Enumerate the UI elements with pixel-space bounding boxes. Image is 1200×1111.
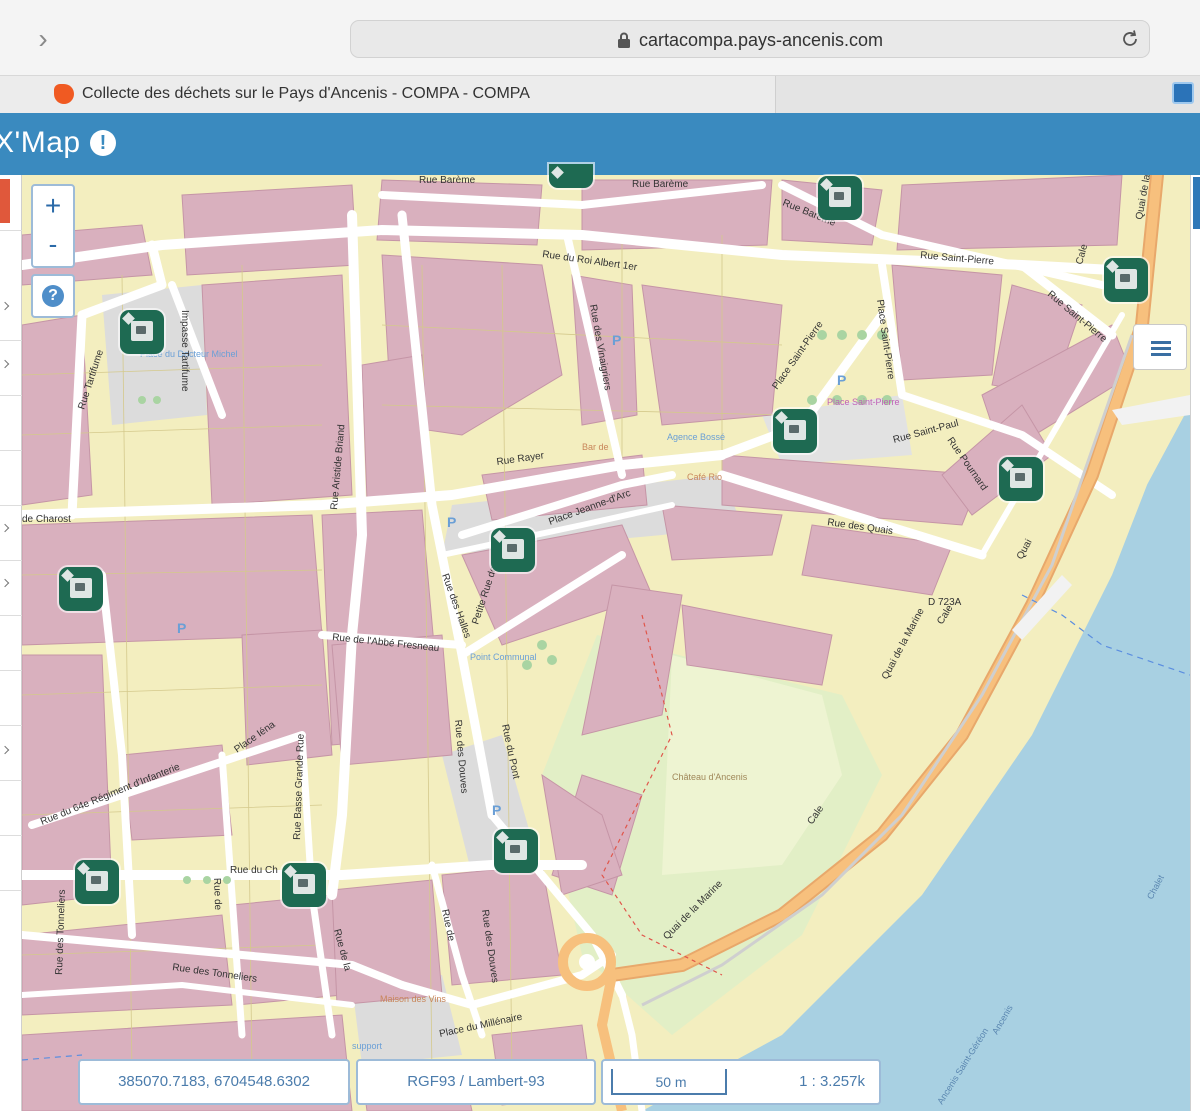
waste-bin-icon bbox=[70, 578, 92, 598]
waste-container-marker[interactable] bbox=[773, 409, 817, 453]
coordinates-readout[interactable]: 385070.7183, 6704548.6302 bbox=[78, 1059, 350, 1105]
app-title: X'Map bbox=[0, 126, 81, 159]
street-label: Agence Bossé bbox=[667, 432, 725, 442]
street-label: Rue du Ch bbox=[230, 865, 278, 876]
svg-text:P: P bbox=[177, 620, 186, 636]
waste-bin-icon bbox=[1115, 269, 1137, 289]
waste-container-marker[interactable] bbox=[491, 528, 535, 572]
help-button[interactable]: ? bbox=[31, 274, 75, 318]
scale-ratio: 1 : 3.257k bbox=[799, 1073, 865, 1090]
lock-icon bbox=[617, 32, 630, 48]
street-label: Place Saint-Pierre bbox=[827, 397, 900, 407]
left-panel-tab[interactable] bbox=[0, 179, 10, 223]
left-panel-collapsed[interactable] bbox=[0, 175, 22, 1111]
zoom-out-button[interactable]: - bbox=[31, 226, 75, 268]
street-label: Bar de bbox=[582, 442, 609, 452]
tab-bar: Collecte des déchets sur le Pays d'Ancen… bbox=[0, 76, 1200, 113]
app-header: X'Map bbox=[0, 113, 1200, 175]
street-label: Rue Barème bbox=[419, 175, 476, 186]
waste-bin-icon bbox=[131, 321, 153, 341]
scale-bar-label: 50 m bbox=[655, 1074, 687, 1090]
waste-container-marker[interactable] bbox=[120, 310, 164, 354]
hamburger-icon bbox=[1151, 341, 1171, 344]
layers-menu-button[interactable] bbox=[1133, 324, 1187, 370]
waste-container-marker[interactable] bbox=[494, 829, 538, 873]
url-value: cartacompa.pays-ancenis.com bbox=[638, 30, 884, 50]
street-label: Rue de bbox=[211, 878, 223, 911]
browser-toolbar: › cartacompa.pays-ancenis.com bbox=[0, 0, 1200, 76]
map-canvas: P P P P P Rue Barème Rue Barème Rue Barè… bbox=[22, 175, 1190, 1111]
map-view[interactable]: P P P P P Rue Barème Rue Barème Rue Barè… bbox=[22, 175, 1190, 1111]
waste-container-marker[interactable] bbox=[818, 176, 862, 220]
scale-control[interactable]: 50 m 1 : 3.257k bbox=[601, 1059, 881, 1105]
zoom-in-button[interactable]: + bbox=[31, 184, 75, 228]
browser-tab-active[interactable]: Collecte des déchets sur le Pays d'Ancen… bbox=[0, 76, 776, 113]
forward-chevron-icon[interactable]: › bbox=[28, 22, 58, 56]
url-bar[interactable]: cartacompa.pays-ancenis.com bbox=[350, 20, 1150, 58]
street-label: Impasse Tartifume bbox=[179, 310, 190, 392]
waste-container-marker[interactable] bbox=[282, 863, 326, 907]
waste-bin-icon bbox=[293, 874, 315, 894]
street-label: support bbox=[352, 1041, 383, 1051]
projection-selector[interactable]: RGF93 / Lambert-93 bbox=[356, 1059, 596, 1105]
waste-bin-icon bbox=[86, 871, 108, 891]
waste-container-marker[interactable] bbox=[999, 457, 1043, 501]
street-label: Rue Barème bbox=[632, 179, 689, 190]
svg-text:P: P bbox=[447, 514, 456, 530]
waste-bin-icon bbox=[784, 420, 806, 440]
right-panel-collapsed[interactable] bbox=[1190, 175, 1200, 1111]
help-icon: ? bbox=[42, 285, 64, 307]
waste-container-marker[interactable] bbox=[549, 164, 593, 188]
waste-container-marker[interactable] bbox=[59, 567, 103, 611]
street-label: Point Communal bbox=[470, 652, 537, 662]
street-label: Château d'Ancenis bbox=[672, 772, 748, 782]
street-label: Maison des Vins bbox=[380, 994, 446, 1004]
waste-bin-icon bbox=[1010, 468, 1032, 488]
scale-bar: 50 m bbox=[611, 1069, 727, 1095]
waste-bin-icon bbox=[505, 840, 527, 860]
tab-title: Collecte des déchets sur le Pays d'Ancen… bbox=[82, 85, 530, 102]
compa-favicon-icon bbox=[54, 84, 74, 104]
alert-icon[interactable]: ! bbox=[90, 130, 116, 156]
svg-text:P: P bbox=[837, 372, 846, 388]
map-status-bar: 385070.7183, 6704548.6302 RGF93 / Lamber… bbox=[78, 1059, 881, 1105]
street-label: Café Rio bbox=[687, 472, 722, 482]
waste-bin-icon bbox=[829, 187, 851, 207]
right-panel-tab[interactable] bbox=[1193, 177, 1200, 229]
street-label: de Charost bbox=[22, 514, 71, 525]
url-text: cartacompa.pays-ancenis.com bbox=[351, 30, 1149, 51]
reload-icon[interactable] bbox=[1119, 28, 1141, 50]
waste-container-marker[interactable] bbox=[75, 860, 119, 904]
waste-bin-icon bbox=[502, 539, 524, 559]
svg-text:P: P bbox=[492, 802, 501, 818]
waste-container-marker[interactable] bbox=[1104, 258, 1148, 302]
svg-text:P: P bbox=[612, 332, 621, 348]
extension-icon[interactable] bbox=[1172, 82, 1194, 104]
